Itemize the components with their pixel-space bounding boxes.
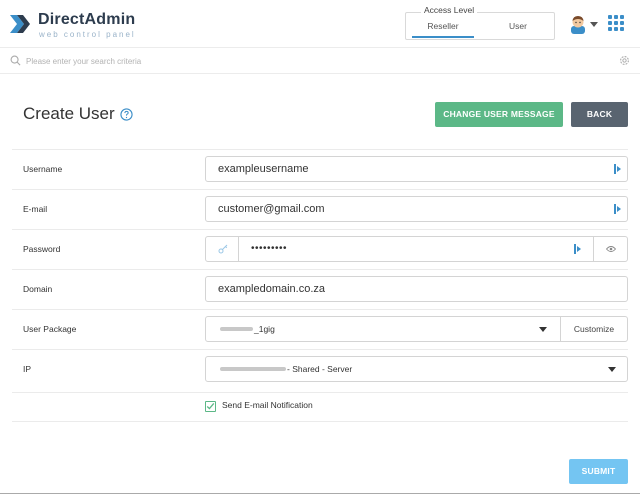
domain-label: Domain xyxy=(23,284,53,294)
search-icon xyxy=(10,55,21,66)
password-label: Password xyxy=(23,244,61,254)
eye-icon xyxy=(606,246,616,252)
username-field[interactable]: exampleusername xyxy=(205,156,628,182)
username-label: Username xyxy=(23,164,63,174)
form-row-ip: IP - Shared - Server xyxy=(12,349,628,389)
tab-user[interactable]: User xyxy=(481,13,555,40)
email-notification-label[interactable]: Send E-mail Notification xyxy=(222,400,313,410)
top-header: DirectAdmin web control panel Access Lev… xyxy=(0,0,640,48)
ip-value: - Shared - Server xyxy=(287,364,353,374)
access-level-switch: Access Level Reseller User xyxy=(405,5,555,40)
username-value: exampleusername xyxy=(218,163,309,175)
redacted-text xyxy=(220,367,286,371)
ip-select[interactable]: - Shared - Server xyxy=(205,356,628,382)
gear-icon[interactable] xyxy=(618,54,631,67)
show-password-button[interactable] xyxy=(593,237,627,261)
tab-reseller[interactable]: Reseller xyxy=(406,13,480,40)
directadmin-chevron-icon xyxy=(10,15,30,33)
change-user-message-button[interactable]: CHANGE USER MESSAGE xyxy=(435,102,563,127)
domain-field[interactable]: exampledomain.co.za xyxy=(205,276,628,302)
search-bar xyxy=(0,49,640,74)
email-field[interactable]: customer@gmail.com xyxy=(205,196,628,222)
help-icon[interactable] xyxy=(120,108,133,121)
checkmark-icon xyxy=(206,403,215,410)
form-row-domain: Domain exampledomain.co.za xyxy=(12,269,628,309)
logo[interactable]: DirectAdmin web control panel xyxy=(8,10,148,40)
submit-button[interactable]: SUBMIT xyxy=(569,459,628,484)
keypass-icon[interactable] xyxy=(614,203,622,215)
brand-title: DirectAdmin xyxy=(38,11,136,28)
email-notification-row: Send E-mail Notification xyxy=(12,392,628,422)
apps-grid-icon[interactable] xyxy=(608,15,624,31)
user-package-select[interactable]: _1gig Customize xyxy=(205,316,628,342)
redacted-text xyxy=(220,327,253,331)
brand-subtitle: web control panel xyxy=(39,30,136,39)
generate-password-button[interactable] xyxy=(206,237,239,261)
form-row-user-package: User Package _1gig Customize xyxy=(12,309,628,349)
keypass-icon[interactable] xyxy=(574,243,582,255)
avatar-dropdown-caret-icon[interactable] xyxy=(590,22,598,27)
divider xyxy=(0,493,640,494)
form-row-email: E-mail customer@gmail.com xyxy=(12,189,628,229)
email-notification-checkbox[interactable] xyxy=(205,401,216,412)
keypass-icon[interactable] xyxy=(614,163,622,175)
user-package-label: User Package xyxy=(23,324,77,334)
user-avatar-icon[interactable] xyxy=(568,14,588,34)
email-value: customer@gmail.com xyxy=(218,203,325,215)
password-field[interactable]: ••••••••• xyxy=(205,236,628,262)
ip-label: IP xyxy=(23,364,32,374)
page-title: Create User xyxy=(23,104,115,123)
form-row-username: Username exampleusername xyxy=(12,149,628,189)
user-package-value: _1gig xyxy=(254,324,275,334)
domain-value: exampledomain.co.za xyxy=(218,283,326,295)
key-generate-icon xyxy=(218,244,228,254)
back-button[interactable]: BACK xyxy=(571,102,628,127)
search-input[interactable] xyxy=(26,52,586,70)
customize-button[interactable]: Customize xyxy=(560,317,627,341)
password-value: ••••••••• xyxy=(251,243,288,254)
chevron-down-icon xyxy=(608,367,616,372)
form-row-password: Password ••••••••• xyxy=(12,229,628,269)
email-label: E-mail xyxy=(23,204,48,214)
chevron-down-icon xyxy=(539,327,547,332)
